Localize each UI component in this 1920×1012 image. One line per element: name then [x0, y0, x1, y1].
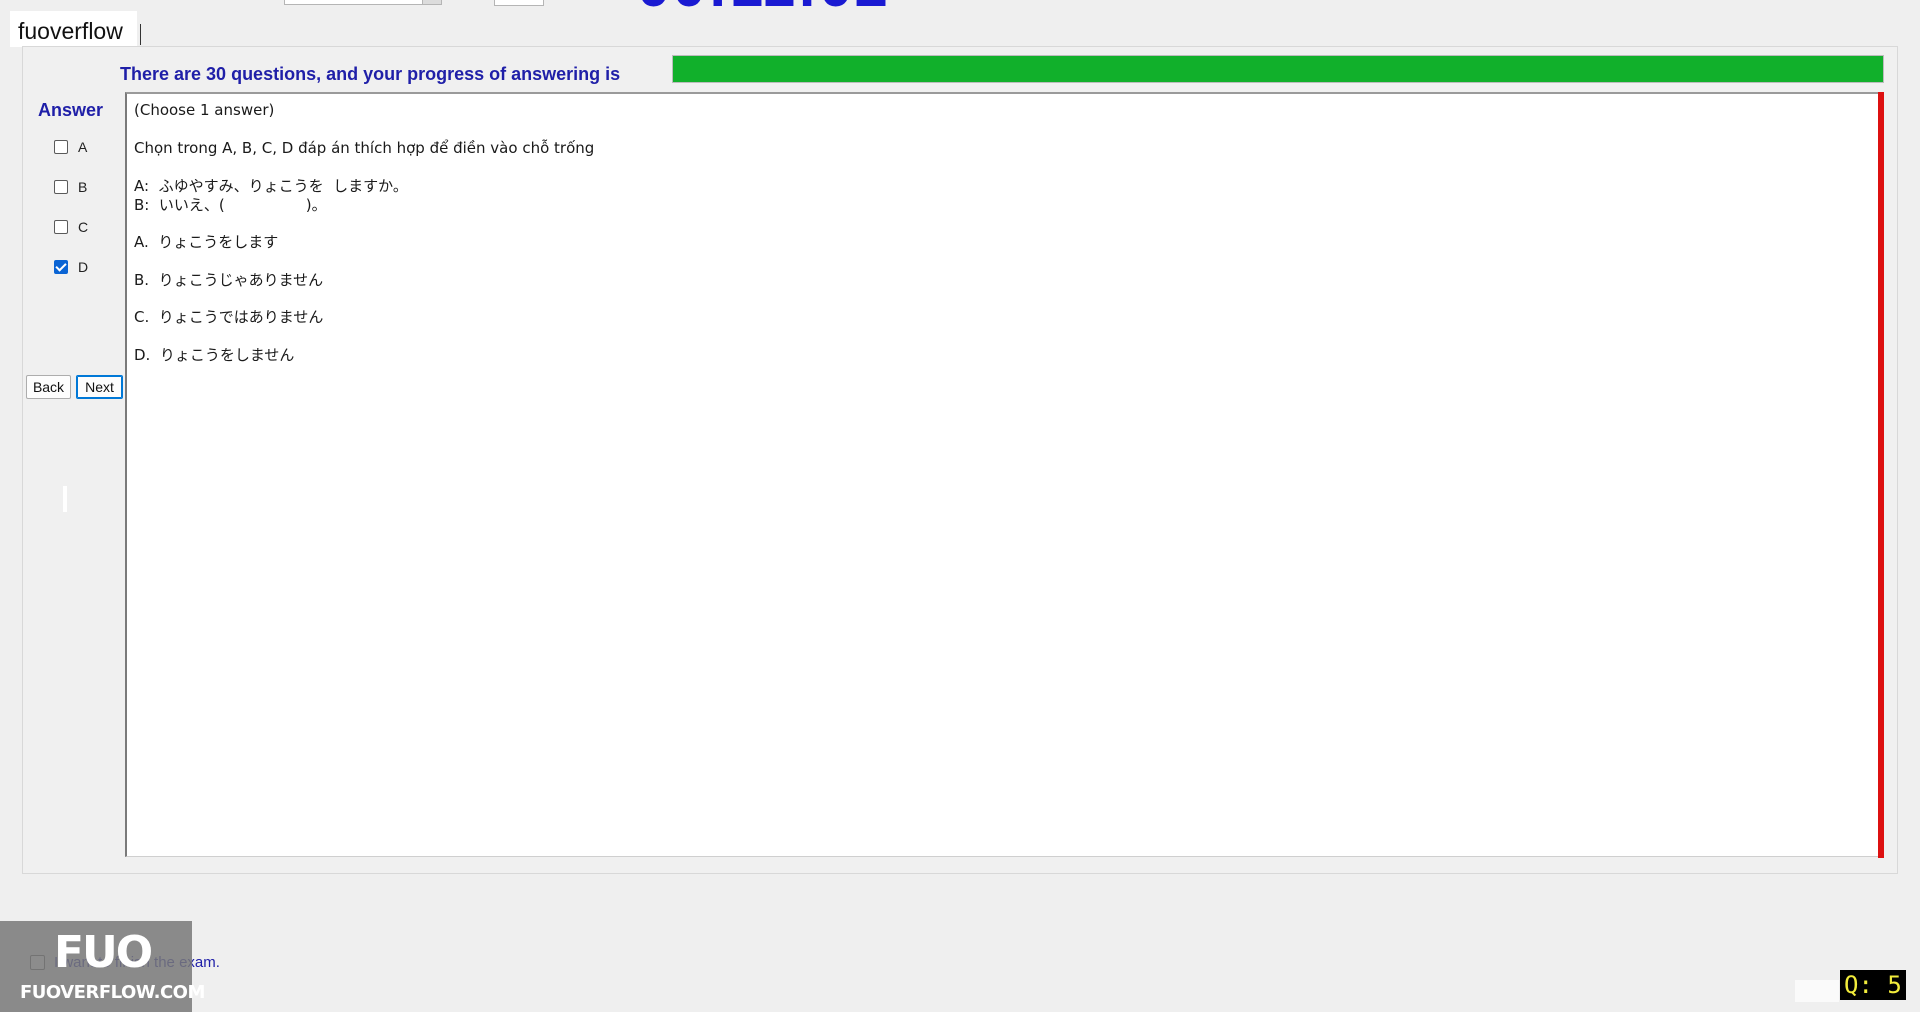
small-marker [63, 486, 67, 512]
choice-b-text: B. りょこうじゃありません [134, 271, 324, 289]
answer-label-b: B [78, 179, 88, 195]
fuoverflow-logo: FUO FUOVERFLOW.COM [0, 921, 205, 1012]
progress-fill [673, 56, 1883, 82]
question-content-box[interactable] [125, 92, 1883, 857]
top-control-fragment[interactable] [494, 0, 544, 6]
progress-label: There are 30 questions, and your progres… [120, 64, 621, 84]
question-counter: Q: 5 [1840, 970, 1906, 1000]
answer-option-a[interactable]: A [54, 137, 87, 157]
question-instruction: (Choose 1 answer) [134, 101, 275, 119]
answer-label-a: A [78, 139, 88, 155]
answer-option-d[interactable]: D [54, 257, 88, 277]
answer-checkbox-d[interactable] [54, 260, 68, 274]
counter-background [1795, 980, 1839, 1002]
dialog-line-a: A: ふゆやすみ、りょこうを しますか。 [134, 177, 408, 195]
answer-checkbox-b[interactable] [54, 180, 68, 194]
answer-label-d: D [78, 259, 89, 275]
answer-option-c[interactable]: C [54, 217, 88, 237]
progress-bar [672, 55, 1884, 83]
question-scroll-edge[interactable] [1878, 92, 1884, 858]
answer-option-b[interactable]: B [54, 177, 87, 197]
back-button[interactable]: Back [26, 375, 71, 399]
dialog-line-b: B: いいえ、( )。 [134, 196, 327, 214]
watermark-label: fuoverflow [10, 11, 137, 47]
answer-label-c: C [78, 219, 89, 235]
next-button[interactable]: Next [76, 375, 123, 399]
logo-subtext: FUOVERFLOW.COM [20, 982, 205, 1003]
question-prompt: Chọn trong A, B, C, D đáp án thích hợp đ… [134, 139, 595, 157]
choice-d-text: D. りょこうをしません [134, 346, 295, 364]
answer-title: Answer [38, 100, 104, 120]
choice-a-text: A. りょこうをします [134, 233, 279, 251]
choice-c-text: C. りょこうではありません [134, 308, 324, 326]
logo-letters: FUO [54, 927, 153, 978]
top-combobox-fragment[interactable] [284, 0, 442, 5]
answer-checkbox-a[interactable] [54, 140, 68, 154]
exam-timer: 00:11:02 [637, 0, 890, 12]
text-caret [140, 24, 141, 45]
answer-checkbox-c[interactable] [54, 220, 68, 234]
